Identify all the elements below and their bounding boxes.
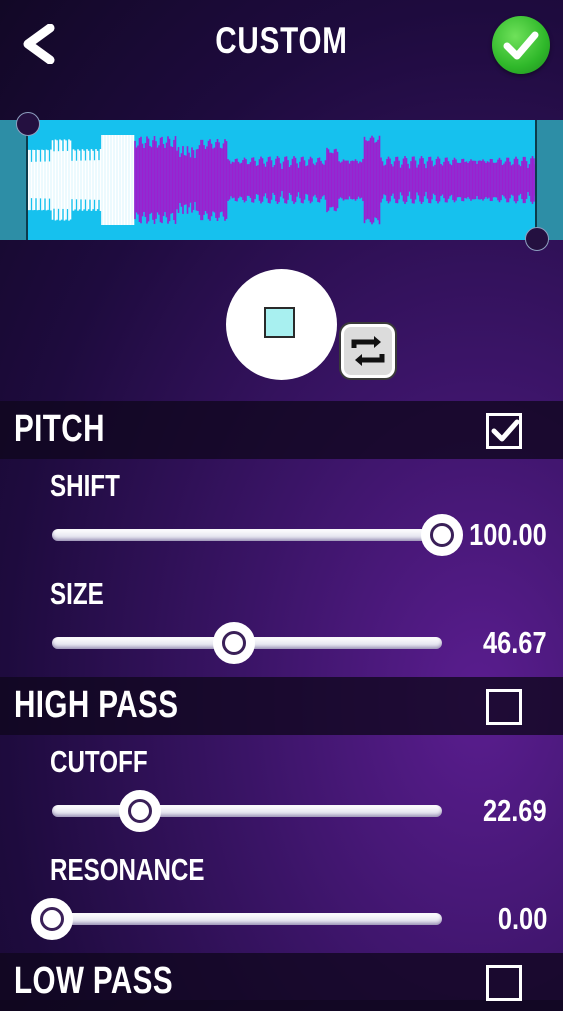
- trim-start-handle[interactable]: [16, 112, 40, 136]
- param-label-shift: SHIFT: [50, 468, 120, 503]
- page-title: CUSTOM: [215, 20, 348, 61]
- back-arrow-icon: [23, 23, 55, 65]
- trim-line-right: [535, 120, 537, 240]
- section-low-pass: LOW PASS: [0, 953, 563, 1011]
- section-title-high-pass: HIGH PASS: [14, 684, 179, 726]
- high-pass-enable-checkbox[interactable]: [486, 689, 522, 725]
- shift-slider-track[interactable]: [52, 529, 442, 541]
- param-label-size: SIZE: [50, 576, 104, 611]
- confirm-button[interactable]: [492, 16, 550, 74]
- waveform-editor[interactable]: [0, 120, 563, 240]
- shift-slider-thumb[interactable]: [421, 514, 463, 556]
- low-pass-enable-checkbox[interactable]: [486, 965, 522, 1001]
- waveform-selection[interactable]: [26, 120, 537, 240]
- section-pitch: PITCH: [0, 401, 563, 459]
- stop-button[interactable]: [226, 269, 337, 380]
- back-button[interactable]: [22, 23, 56, 65]
- size-value: 46.67: [483, 625, 547, 660]
- trim-line-left: [26, 120, 28, 240]
- stop-icon: [264, 307, 295, 338]
- repeat-icon: [351, 336, 385, 366]
- trim-area-left: [0, 120, 27, 240]
- checkmark-icon: [503, 31, 539, 60]
- section-high-pass: HIGH PASS: [0, 677, 563, 735]
- trim-area-right: [536, 120, 563, 240]
- size-slider-thumb[interactable]: [213, 622, 255, 664]
- section-title-pitch: PITCH: [14, 408, 105, 450]
- resonance-value: 0.00: [497, 901, 547, 936]
- section-title-low-pass: LOW PASS: [14, 960, 174, 1002]
- checkmark-icon: [491, 419, 519, 442]
- loop-toggle-button[interactable]: [339, 322, 397, 380]
- param-label-resonance: RESONANCE: [50, 852, 205, 887]
- shift-value: 100.00: [469, 517, 547, 552]
- cutoff-slider-track[interactable]: [52, 805, 442, 817]
- resonance-slider-thumb[interactable]: [31, 898, 73, 940]
- resonance-slider-track[interactable]: [52, 913, 442, 925]
- cutoff-slider-thumb[interactable]: [119, 790, 162, 832]
- pitch-enable-checkbox[interactable]: [486, 413, 522, 449]
- trim-end-handle[interactable]: [525, 227, 549, 251]
- param-label-cutoff: CUTOFF: [50, 744, 148, 779]
- cutoff-value: 22.69: [483, 793, 547, 828]
- waveform-graphic: [26, 135, 537, 225]
- top-bar: CUSTOM: [0, 0, 563, 95]
